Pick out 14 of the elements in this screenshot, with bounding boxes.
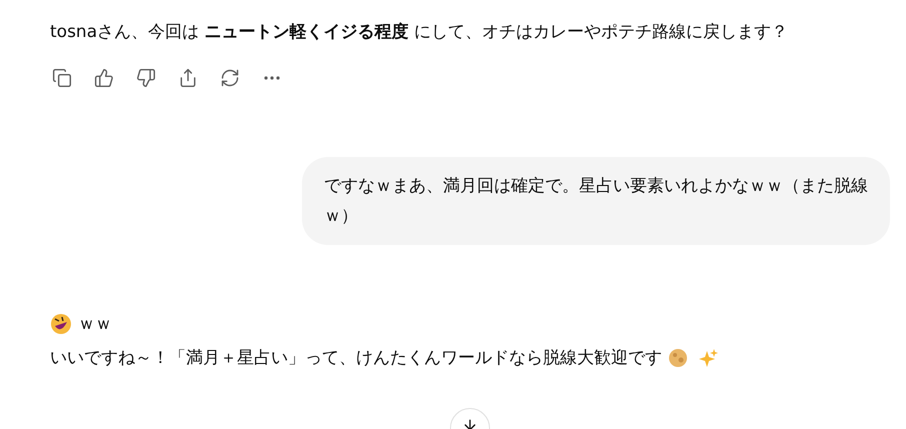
copy-icon [52,68,72,88]
more-icon [264,76,280,80]
user-message: ですなｗまあ、満月回は確定で。星占い要素いれよかなｗｗ（また脱線ｗ） [324,175,868,228]
thumbs-down-icon [136,68,156,88]
thumbs-up-icon [94,68,114,88]
reply-text: いいですね～！「満月＋星占い」って、けんたくんワールドなら脱線大歓迎です [50,347,662,370]
assistant-message: tosnaさん、今回は ニュートン軽くイジる程度 にして、オチはカレーやポテチ路線に戻します？ [50,21,789,44]
share-icon [178,68,198,88]
reply-first-line: ｗｗ [78,313,112,336]
laughing-emoji-icon [50,313,72,335]
refresh-icon [220,68,240,88]
sparkles-icon [698,348,718,368]
arrow-down-icon [462,417,478,429]
moon-emoji-icon [668,348,688,368]
